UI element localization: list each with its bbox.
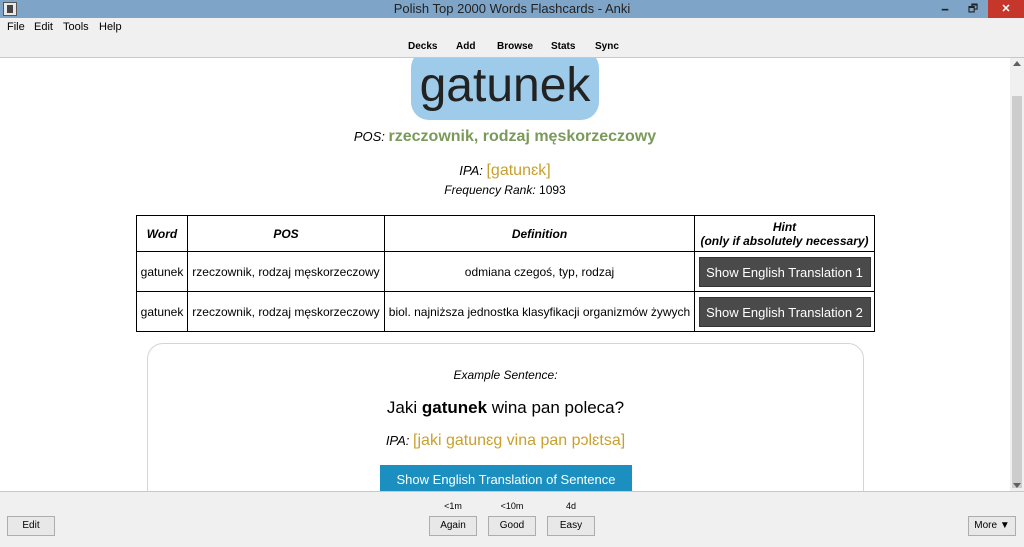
header-definition: Definition [384, 215, 695, 252]
toolbar-stats[interactable]: Stats [551, 41, 575, 52]
menu-tools[interactable]: Tools [63, 21, 89, 33]
toolbar-add[interactable]: Add [456, 41, 475, 52]
cell-word: gatunek [136, 251, 188, 292]
good-interval: <10m [500, 501, 524, 511]
ipa-label: IPA: [459, 163, 483, 178]
menu-edit[interactable]: Edit [34, 21, 53, 33]
cell-definition: odmiana czegoś, typ, rodzaj [384, 251, 695, 292]
pos-line: POS: rzeczownik, rodzaj męskorzeczowy [0, 128, 1010, 146]
edit-button[interactable]: Edit [7, 516, 55, 536]
header-hint-note: (only if absolutely necessary) [700, 233, 869, 248]
table-row: gatunek rzeczownik, rodzaj męskorzeczowy… [136, 291, 875, 332]
example-ipa-value: [jaki gatunɛg vina pan pɔlɛtsa] [413, 432, 626, 449]
show-translation-1-button[interactable]: Show English Translation 1 [698, 256, 871, 287]
sentence-keyword: gatunek [421, 398, 488, 417]
maximize-button[interactable]: 🗗 [960, 0, 986, 18]
close-button[interactable]: ✕ [988, 0, 1024, 18]
cell-hint: Show English Translation 2 [694, 291, 875, 332]
example-sentence: Jaki gatunek wina pan poleca? [148, 398, 863, 418]
more-button[interactable]: More ▼ [968, 516, 1016, 536]
card-scrollbar[interactable] [1010, 58, 1024, 491]
frequency-label: Frequency Rank: [444, 183, 536, 197]
pos-value: rzeczownik, rodzaj męskorzeczowy [388, 128, 657, 145]
show-translation-2-button[interactable]: Show English Translation 2 [698, 296, 871, 327]
cell-hint: Show English Translation 1 [694, 251, 875, 292]
cell-pos: rzeczownik, rodzaj męskorzeczowy [187, 251, 385, 292]
table-header-row: Word POS Definition Hint (only if absolu… [136, 215, 875, 252]
easy-interval: 4d [565, 501, 576, 511]
header-word: Word [136, 215, 188, 252]
table-row: gatunek rzeczownik, rodzaj męskorzeczowy… [136, 251, 875, 292]
definition-table: Word POS Definition Hint (only if absolu… [136, 215, 875, 332]
pos-label: POS: [353, 129, 385, 144]
toolbar-browse[interactable]: Browse [497, 41, 533, 52]
card-word: gatunek [411, 58, 599, 120]
toolbar-decks[interactable]: Decks [408, 41, 437, 52]
frequency-value: 1093 [539, 183, 566, 197]
title-bar: Polish Top 2000 Words Flashcards - Anki … [0, 0, 1024, 18]
header-hint: Hint (only if absolutely necessary) [694, 215, 875, 252]
minimize-button[interactable]: 🗕 [932, 0, 958, 18]
scroll-down-icon[interactable] [1013, 483, 1021, 488]
again-button[interactable]: Again [429, 516, 477, 536]
ipa-value: [gatunɛk] [486, 162, 551, 179]
show-sentence-translation-button[interactable]: Show English Translation of Sentence [380, 465, 632, 491]
card-view: gatunek POS: rzeczownik, rodzaj męskorze… [0, 58, 1010, 491]
sentence-start: Jaki [386, 398, 422, 417]
example-label: Example Sentence: [453, 368, 558, 382]
example-sentence-box: Example Sentence: Jaki gatunek wina pan … [147, 343, 864, 491]
scroll-thumb[interactable] [1012, 96, 1022, 488]
cell-definition: biol. najniższa jednostka klasyfikacji o… [384, 291, 695, 332]
header-pos: POS [187, 215, 385, 252]
toolbar-sync[interactable]: Sync [595, 41, 619, 52]
cell-pos: rzeczownik, rodzaj męskorzeczowy [187, 291, 385, 332]
scroll-up-icon[interactable] [1013, 61, 1021, 66]
window-title: Polish Top 2000 Words Flashcards - Anki [393, 1, 631, 16]
menu-help[interactable]: Help [99, 21, 122, 33]
example-ipa-line: IPA: [jaki gatunɛg vina pan pɔlɛtsa] [148, 432, 863, 450]
main-toolbar: Decks Add Browse Stats Sync [0, 36, 1024, 58]
menu-bar: File Edit Tools Help [0, 18, 1024, 36]
review-bottom-bar: Edit <1m Again <10m Good 4d Easy More ▼ [0, 491, 1024, 547]
menu-file[interactable]: File [7, 21, 25, 33]
header-hint-title: Hint [772, 219, 797, 234]
example-ipa-label: IPA: [385, 433, 410, 448]
sentence-end: wina pan poleca? [487, 398, 625, 417]
good-button[interactable]: Good [488, 516, 536, 536]
easy-button[interactable]: Easy [547, 516, 595, 536]
frequency-line: Frequency Rank: 1093 [0, 183, 1010, 197]
again-interval: <1m [444, 501, 462, 511]
ipa-line: IPA: [gatunɛk] [0, 162, 1010, 180]
cell-word: gatunek [136, 291, 188, 332]
